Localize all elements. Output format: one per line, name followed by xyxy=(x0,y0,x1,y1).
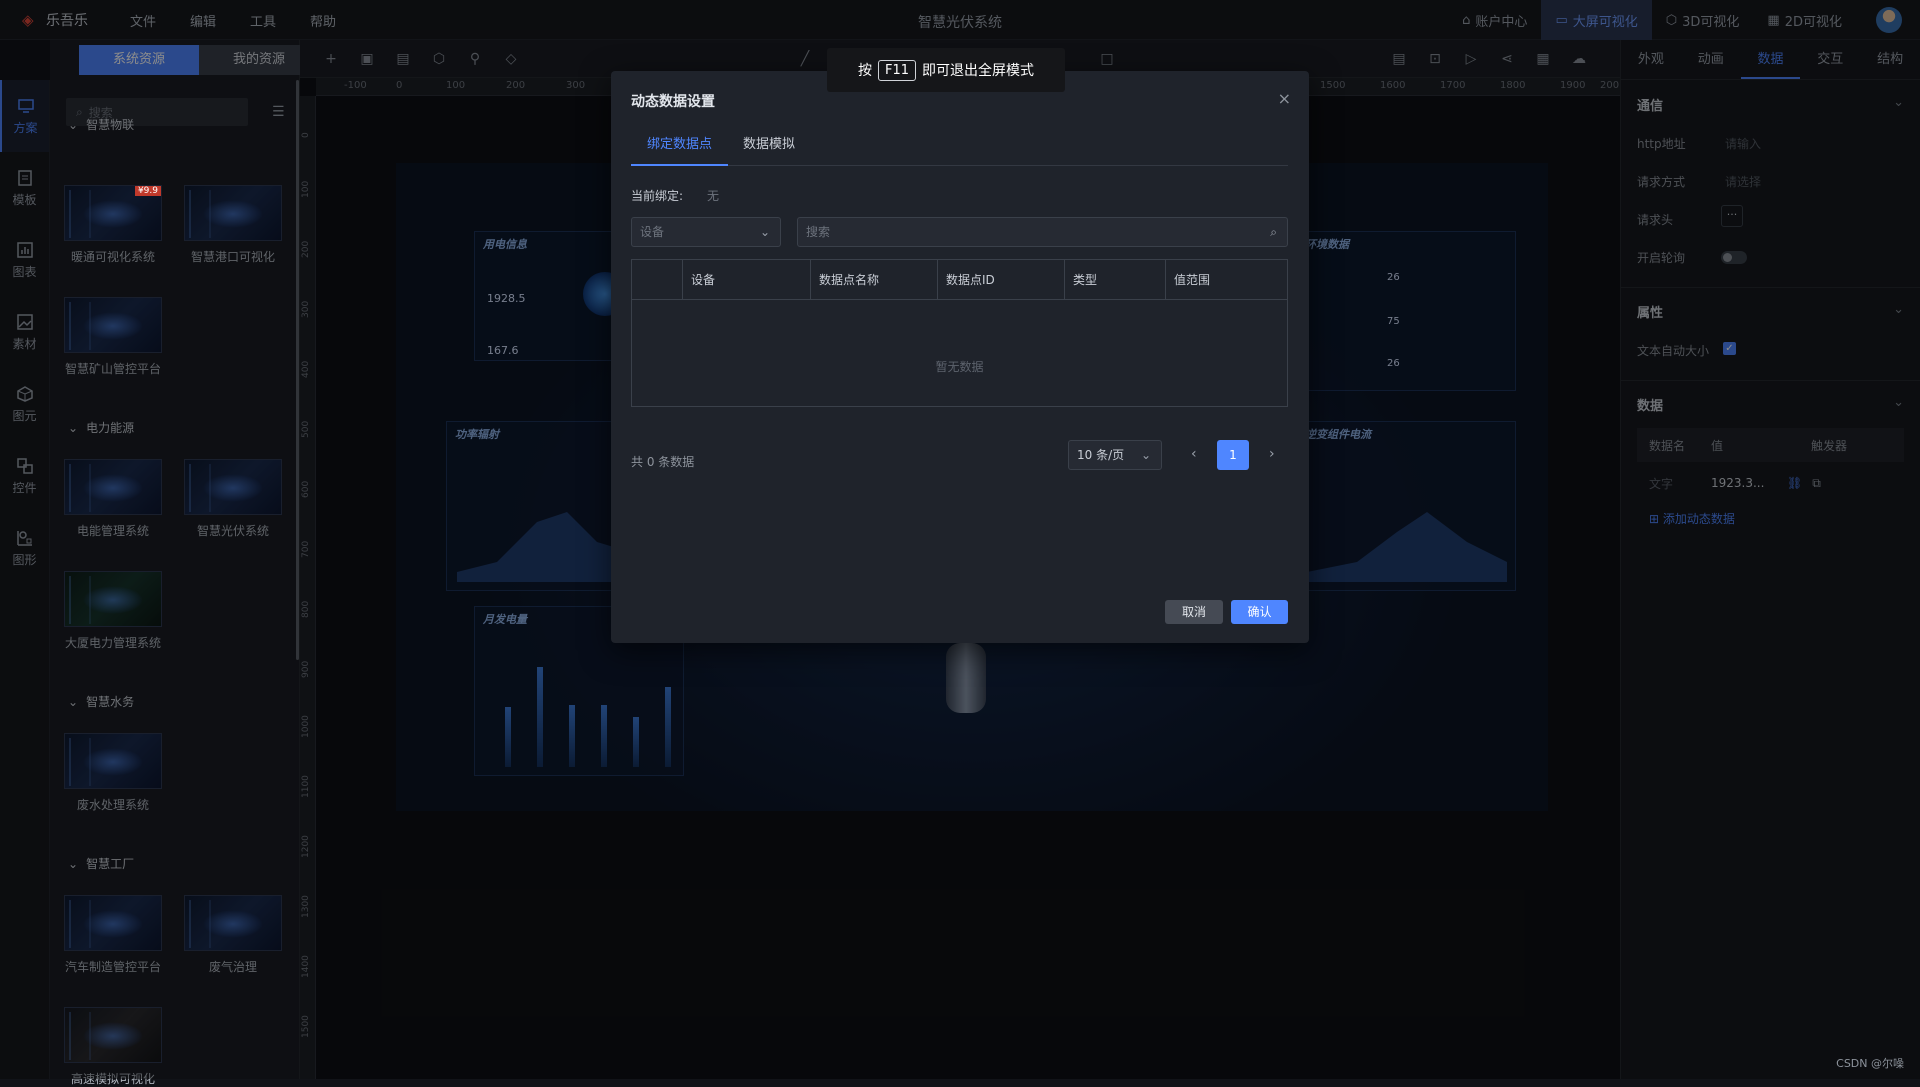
toast-suffix: 即可退出全屏模式 xyxy=(922,60,1034,80)
column-header-value-range: 值范围 xyxy=(1166,260,1287,300)
watermark: CSDN @尔噪 xyxy=(1836,1055,1904,1071)
chevron-down-icon: ⌄ xyxy=(760,218,770,246)
table-header: 设备 数据点名称 数据点ID 类型 值范围 xyxy=(632,260,1287,300)
chevron-down-icon: ⌄ xyxy=(1141,441,1151,469)
total-count: 共 0 条数据 xyxy=(631,453,694,470)
tab-bind-datapoint[interactable]: 绑定数据点 xyxy=(631,132,728,166)
datapoint-search-input[interactable]: 搜索 ⌕ xyxy=(797,217,1288,247)
select-column-header[interactable] xyxy=(632,260,683,300)
datapoint-table: 设备 数据点名称 数据点ID 类型 值范围 暂无数据 xyxy=(631,259,1288,407)
toast-key: F11 xyxy=(878,60,916,81)
price-badge: ¥9.9 xyxy=(135,186,161,196)
prev-page-icon[interactable]: ‹ xyxy=(1191,446,1197,462)
cancel-button[interactable]: 取消 xyxy=(1165,600,1223,624)
confirm-button[interactable]: 确认 xyxy=(1231,600,1288,624)
search-placeholder: 搜索 xyxy=(806,225,830,239)
next-page-icon[interactable]: › xyxy=(1269,446,1275,462)
column-header-datapoint-id: 数据点ID xyxy=(938,260,1065,300)
device-select[interactable]: 设备 ⌄ xyxy=(631,217,781,247)
column-header-datapoint-name: 数据点名称 xyxy=(811,260,938,300)
toast-prefix: 按 xyxy=(858,60,872,80)
empty-state-text: 暂无数据 xyxy=(632,358,1287,375)
page-size-value: 10 条/页 xyxy=(1077,448,1124,462)
page-size-select[interactable]: 10 条/页 ⌄ xyxy=(1068,440,1162,470)
dynamic-data-dialog: 动态数据设置 × 绑定数据点 数据模拟 当前绑定: 无 设备 ⌄ 搜索 ⌕ 设备… xyxy=(611,71,1309,643)
tab-data-simulation[interactable]: 数据模拟 xyxy=(727,132,811,166)
close-icon[interactable]: × xyxy=(1278,89,1291,108)
device-select-placeholder: 设备 xyxy=(640,225,664,239)
dialog-title: 动态数据设置 xyxy=(631,91,715,111)
page-number-button[interactable]: 1 xyxy=(1217,440,1249,470)
fullscreen-toast: 按 F11 即可退出全屏模式 xyxy=(827,48,1065,92)
current-binding-value: 无 xyxy=(707,187,719,204)
column-header-device: 设备 xyxy=(683,260,811,300)
column-header-type: 类型 xyxy=(1065,260,1166,300)
current-binding-label: 当前绑定: xyxy=(631,187,683,204)
search-icon: ⌕ xyxy=(1270,218,1277,246)
